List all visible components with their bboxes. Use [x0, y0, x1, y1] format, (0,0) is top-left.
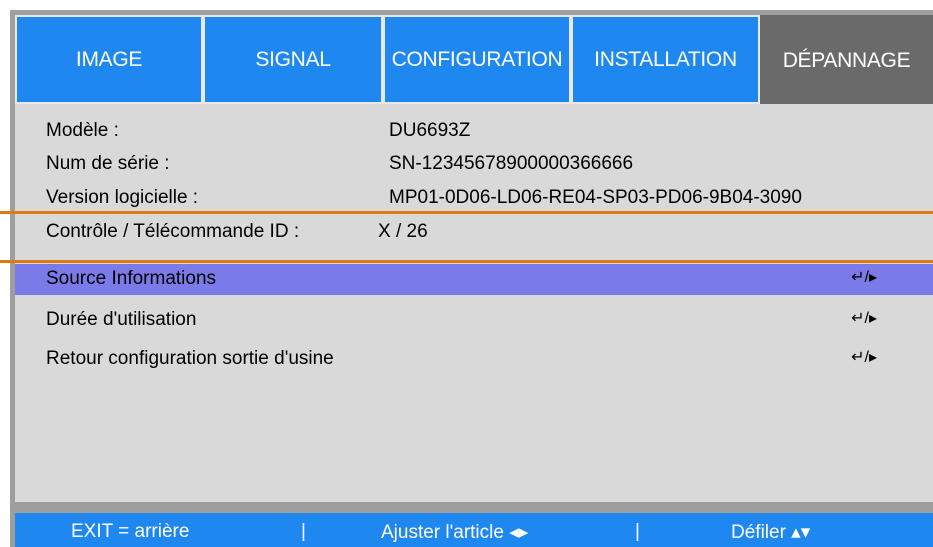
adjust-hint: Ajuster l'article ◂▸: [381, 522, 529, 543]
scroll-hint: Défiler ▴▾: [731, 522, 811, 543]
enter-arrow-icon: ↵/▸: [851, 269, 877, 286]
menu-item-retour-configuration[interactable]: Retour configuration sortie d'usine ↵/▸: [15, 344, 933, 375]
serial-label: Num de série :: [46, 153, 170, 174]
osd-menu: IMAGE SIGNAL CONFIGURATION INSTALLATION …: [10, 10, 933, 547]
footer-hint-bar: EXIT = arrière | Ajuster l'article ◂▸ | …: [15, 513, 933, 547]
tab-depannage[interactable]: DÉPANNAGE: [760, 15, 933, 106]
tab-depannage-label: DÉPANNAGE: [782, 48, 911, 72]
tab-configuration[interactable]: CONFIGURATION: [383, 15, 571, 104]
footer-separator: |: [301, 521, 306, 542]
menu-item-source-informations[interactable]: Source Informations ↵/▸: [15, 264, 933, 295]
tab-installation-label: INSTALLATION: [594, 47, 737, 71]
tab-image-label: IMAGE: [75, 47, 143, 71]
version-label: Version logicielle :: [46, 187, 199, 208]
exit-hint: EXIT = arrière: [71, 521, 190, 542]
content-panel: Modèle : DU6693Z Num de série : SN-12345…: [15, 104, 933, 502]
menu-item-label: Retour configuration sortie d'usine: [46, 348, 334, 369]
enter-arrow-icon: ↵/▸: [851, 349, 877, 366]
menu-item-label: Source Informations: [46, 268, 217, 289]
model-value: DU6693Z: [389, 120, 471, 141]
info-row-version: Version logicielle : MP01-0D06-LD06-RE04…: [15, 183, 933, 214]
menu-item-duree-utilisation[interactable]: Durée d'utilisation ↵/▸: [15, 305, 933, 336]
info-row-serial: Num de série : SN-12345678900000366666: [15, 149, 933, 180]
serial-value: SN-12345678900000366666: [389, 153, 634, 174]
info-row-model: Modèle : DU6693Z: [15, 116, 933, 147]
tab-signal[interactable]: SIGNAL: [203, 15, 383, 104]
highlight-outline: [0, 211, 933, 263]
menu-item-label: Durée d'utilisation: [46, 309, 197, 330]
tab-signal-label: SIGNAL: [255, 47, 331, 71]
model-label: Modèle :: [46, 120, 119, 141]
footer-separator: |: [635, 521, 640, 542]
tab-image[interactable]: IMAGE: [15, 15, 203, 104]
tab-configuration-label: CONFIGURATION: [391, 47, 563, 71]
version-value: MP01-0D06-LD06-RE04-SP03-PD06-9B04-3090: [389, 187, 802, 208]
tab-installation[interactable]: INSTALLATION: [571, 15, 760, 104]
enter-arrow-icon: ↵/▸: [851, 310, 877, 327]
